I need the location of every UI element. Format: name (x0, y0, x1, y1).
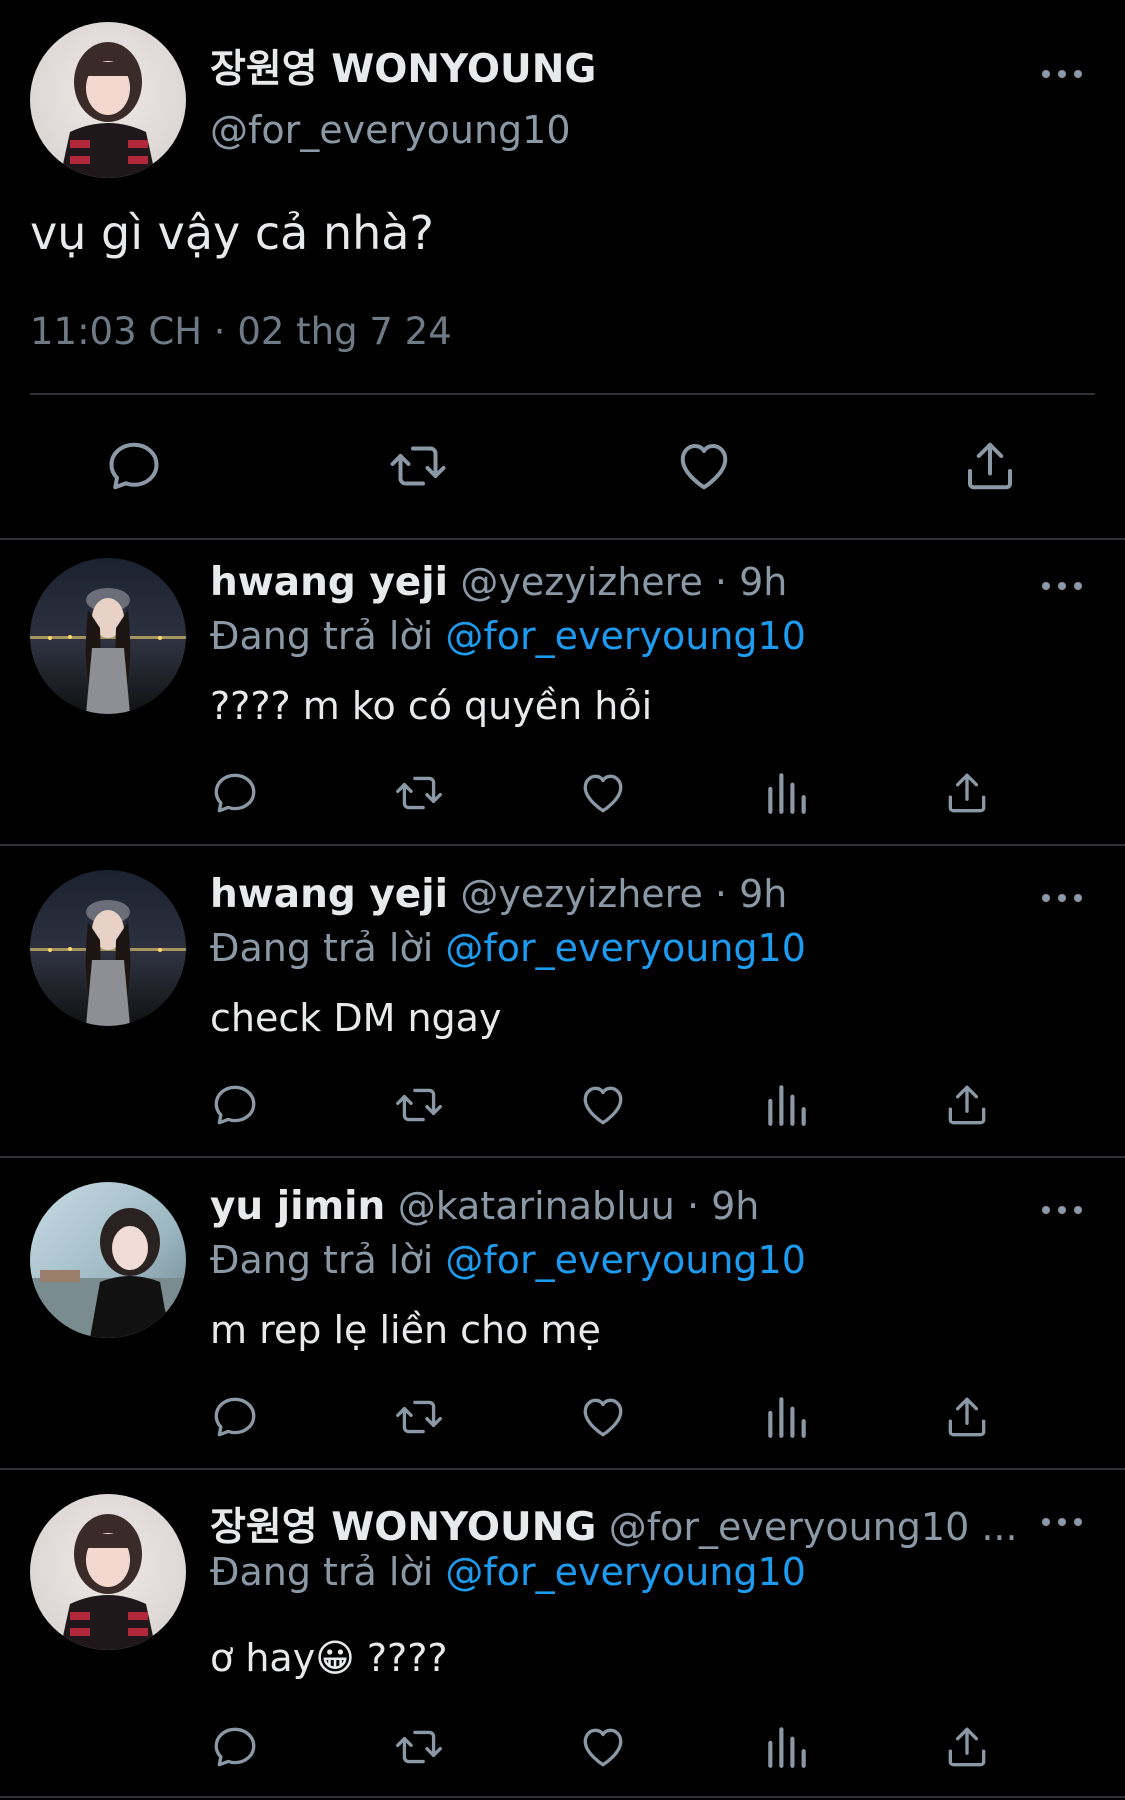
avatar[interactable] (30, 1182, 186, 1338)
divider (0, 844, 1125, 846)
reply-display-name[interactable]: 장원영 WONYOUNG (210, 1505, 596, 1550)
divider (0, 1468, 1125, 1470)
more-icon[interactable] (1042, 68, 1082, 80)
reply-icon[interactable] (104, 436, 164, 496)
retweet-icon[interactable] (394, 1080, 444, 1130)
share-icon[interactable] (942, 1722, 992, 1772)
reply-header: hwang yeji @yezyizhere · 9h (210, 872, 787, 917)
share-icon[interactable] (942, 1392, 992, 1442)
views-icon[interactable] (762, 1080, 812, 1130)
share-icon[interactable] (960, 436, 1020, 496)
reply-meta[interactable]: @yezyizhere · 9h (460, 560, 787, 604)
share-icon[interactable] (942, 768, 992, 818)
retweet-icon[interactable] (394, 1392, 444, 1442)
share-icon[interactable] (942, 1080, 992, 1130)
reply-header: yu jimin @katarinabluu · 9h (210, 1184, 759, 1229)
reply-icon[interactable] (210, 1080, 260, 1130)
divider (0, 538, 1125, 540)
replying-to-label: Đang trả lời (210, 926, 434, 970)
replying-to: Đang trả lời @for_everyoung10 (210, 1550, 806, 1594)
divider (0, 1796, 1125, 1798)
avatar[interactable] (30, 22, 186, 178)
more-icon[interactable] (1042, 1516, 1082, 1528)
like-icon[interactable] (674, 436, 734, 496)
replying-to-handle[interactable]: @for_everyoung10 (445, 1238, 806, 1282)
more-icon[interactable] (1042, 1204, 1082, 1216)
reply-text: ???? m ko có quyền hỏi (210, 684, 653, 728)
replying-to-handle[interactable]: @for_everyoung10 (445, 926, 806, 970)
reply-icon[interactable] (210, 768, 260, 818)
grinning-emoji: 😀 (315, 1636, 355, 1680)
replying-to-handle[interactable]: @for_everyoung10 (445, 1550, 806, 1594)
like-icon[interactable] (578, 1080, 628, 1130)
reply-display-name[interactable]: hwang yeji (210, 872, 448, 917)
tweet-text: vụ gì vậy cả nhà? (30, 206, 434, 260)
like-icon[interactable] (578, 1722, 628, 1772)
views-icon[interactable] (762, 768, 812, 818)
reply-text: check DM ngay (210, 996, 502, 1040)
more-icon[interactable] (1042, 892, 1082, 904)
views-icon[interactable] (762, 1722, 812, 1772)
avatar[interactable] (30, 870, 186, 1026)
divider (30, 393, 1095, 395)
retweet-icon[interactable] (394, 768, 444, 818)
retweet-icon[interactable] (394, 1722, 444, 1772)
reply-text: ơ hay😀 ???? (210, 1636, 448, 1680)
retweet-icon[interactable] (388, 436, 448, 496)
replying-to-label: Đang trả lời (210, 614, 434, 658)
views-icon[interactable] (762, 1392, 812, 1442)
replying-to: Đang trả lời @for_everyoung10 (210, 1238, 806, 1282)
more-icon[interactable] (1042, 580, 1082, 592)
reply-text: m rep lẹ liền cho mẹ (210, 1308, 601, 1352)
divider (0, 1156, 1125, 1158)
replying-to-handle[interactable]: @for_everyoung10 (445, 614, 806, 658)
reply-header: 장원영 WONYOUNG @for_everyoung10 ... (210, 1496, 1018, 1552)
reply-icon[interactable] (210, 1392, 260, 1442)
avatar[interactable] (30, 558, 186, 714)
replying-to-label: Đang trả lời (210, 1238, 434, 1282)
like-icon[interactable] (578, 1392, 628, 1442)
replying-to: Đang trả lời @for_everyoung10 (210, 614, 806, 658)
reply-header: hwang yeji @yezyizhere · 9h (210, 560, 787, 605)
avatar[interactable] (30, 1494, 186, 1650)
reply-meta[interactable]: @for_everyoung10 ... (609, 1505, 1018, 1549)
like-icon[interactable] (578, 768, 628, 818)
reply-icon[interactable] (210, 1722, 260, 1772)
reply-text-end: ???? (354, 1636, 448, 1680)
reply-display-name[interactable]: hwang yeji (210, 560, 448, 605)
reply-meta[interactable]: @yezyizhere · 9h (460, 872, 787, 916)
replying-to-label: Đang trả lời (210, 1550, 434, 1594)
reply-display-name[interactable]: yu jimin (210, 1184, 385, 1229)
author-display-name[interactable]: 장원영 WONYOUNG (210, 38, 596, 94)
reply-meta[interactable]: @katarinabluu · 9h (398, 1184, 760, 1228)
reply-text-start: ơ hay (210, 1636, 316, 1680)
replying-to: Đang trả lời @for_everyoung10 (210, 926, 806, 970)
tweet-timestamp[interactable]: 11:03 CH · 02 thg 7 24 (30, 310, 452, 353)
author-handle[interactable]: @for_everyoung10 (210, 108, 571, 152)
